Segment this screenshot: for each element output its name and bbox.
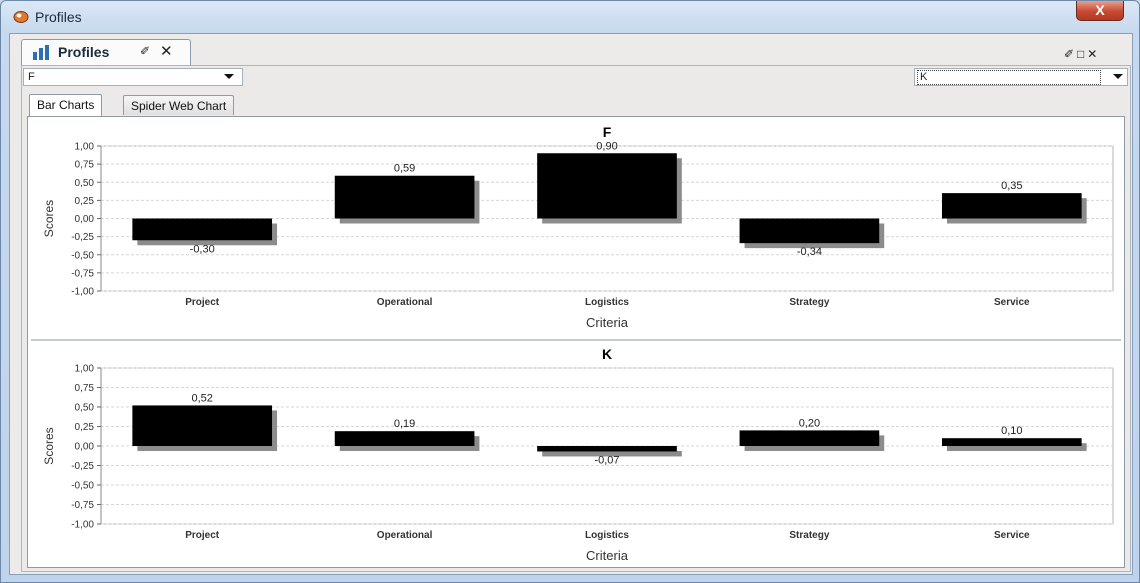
chart-k-data-label: 0,52 [191, 392, 212, 404]
chart-f-category-label: Strategy [789, 297, 829, 308]
chart-k-ytick-label: -0,25 [71, 461, 94, 472]
chart-k-category-label: Strategy [789, 530, 829, 541]
left-profile-value: F [28, 71, 35, 83]
chart-k-ytick-label: -0,50 [71, 481, 94, 492]
chart-k: K 1,00 0,75 0,50 0,25 0,00 -0,25 -0,50 -0,75 -1,0… [42, 346, 1114, 563]
chart-k-bar-project[interactable] [132, 405, 273, 446]
chart-k-ytick-label: -1,00 [71, 520, 94, 531]
profiles-window: Profiles X Profiles ✐ ✕ ✐□✕ F K Bar Char… [0, 0, 1140, 583]
chart-f-category-label: Project [185, 297, 220, 308]
chart-f-bar-service[interactable] [941, 193, 1082, 219]
title-bar[interactable]: Profiles X [1, 1, 1139, 33]
document-tab-label: Profiles [58, 44, 110, 60]
chart-k-ylabel: Scores [42, 427, 56, 464]
chevron-down-icon[interactable] [224, 74, 234, 79]
tab-close-icon[interactable]: ✕ [160, 42, 173, 60]
chart-k-ytick-label: 0,75 [75, 383, 95, 394]
chart-f-ytick-label: -0,75 [71, 268, 94, 279]
chart-k-data-label: 0,19 [394, 418, 415, 430]
chart-k-data-label: 0,20 [799, 417, 820, 429]
chart-k-bar-strategy[interactable] [739, 430, 880, 446]
app-icon [13, 11, 29, 23]
chart-f-ytick-label: 0,75 [75, 160, 95, 171]
chart-f-ytick-label: 0,00 [75, 214, 95, 225]
pin-icon[interactable]: ✐ [140, 44, 150, 58]
right-profile-value: K [917, 70, 1101, 85]
chart-f-ytick-label: -0,50 [71, 250, 94, 261]
chart-f-data-label: 0,59 [394, 163, 415, 175]
document-tab-profiles[interactable]: Profiles ✐ ✕ [21, 39, 191, 65]
chart-f-bar-logistics[interactable] [537, 153, 677, 219]
chart-f-ytick-label: 0,50 [75, 178, 95, 189]
chart-k-category-label: Project [185, 530, 220, 541]
chart-f-data-label: 0,35 [1001, 180, 1022, 192]
chart-f-ytick-label: 1,00 [75, 142, 95, 153]
chart-k-bar-operational[interactable] [334, 431, 475, 446]
chart-k-ytick-label: 1,00 [75, 364, 95, 375]
tab-spider-web-chart[interactable]: Spider Web Chart [123, 95, 235, 115]
chart-f-data-label: 0,90 [596, 140, 617, 152]
chart-f-title: F [603, 124, 612, 140]
bar-chart-icon [33, 45, 49, 60]
tab-bar-charts[interactable]: Bar Charts [29, 94, 103, 116]
chart-f-bar-operational[interactable] [334, 175, 475, 219]
left-profile-select[interactable]: F [23, 68, 243, 86]
chart-k-category-label: Logistics [585, 530, 629, 541]
charts-area: F 1,00 0,75 0,50 0,25 0,00 -0,25 -0,50 -0,75 -1,0… [31, 124, 1121, 563]
chart-f-ytick-label: -1,00 [71, 287, 94, 298]
window-title: Profiles [35, 9, 82, 25]
pane-controls[interactable]: ✐□✕ [1064, 47, 1100, 61]
chart-k-category-label: Service [994, 530, 1030, 541]
window-close-button[interactable]: X [1076, 1, 1124, 21]
chart-f-ytick-label: -0,25 [71, 232, 94, 243]
chart-f-bar-project[interactable] [132, 218, 273, 241]
chart-f-category-label: Service [994, 297, 1030, 308]
chart-k-ytick-label: 0,25 [75, 422, 95, 433]
chart-k-data-label: 0,10 [1001, 425, 1022, 437]
chart-k-ytick-label: 0,50 [75, 403, 95, 414]
chart-f-category-label: Operational [377, 297, 433, 308]
chart-f-ylabel: Scores [42, 200, 56, 237]
chart-f-data-label: -0,34 [797, 246, 822, 258]
chart-f-xlabel: Criteria [586, 315, 629, 330]
chart-k-xlabel: Criteria [586, 548, 629, 563]
chart-f-category-label: Logistics [585, 297, 629, 308]
chart-k-data-label: -0,07 [594, 454, 619, 466]
chart-k-title: K [602, 346, 612, 362]
chart-k-bar-logistics[interactable] [537, 446, 677, 452]
chart-k-ytick-label: -0,75 [71, 500, 94, 511]
chart-k-ytick-label: 0,00 [75, 442, 95, 453]
chart-f-ytick-label: 0,25 [75, 196, 95, 207]
chart-f-bar-strategy[interactable] [739, 218, 880, 244]
chart-k-category-label: Operational [377, 530, 433, 541]
right-profile-select[interactable]: K [914, 68, 1128, 86]
chevron-down-icon[interactable] [1113, 74, 1123, 79]
chart-f-data-label: -0,30 [190, 243, 215, 255]
chart-f: F 1,00 0,75 0,50 0,25 0,00 -0,25 -0,50 -0,75 -1,0… [42, 124, 1114, 330]
chart-k-bar-service[interactable] [941, 438, 1082, 446]
